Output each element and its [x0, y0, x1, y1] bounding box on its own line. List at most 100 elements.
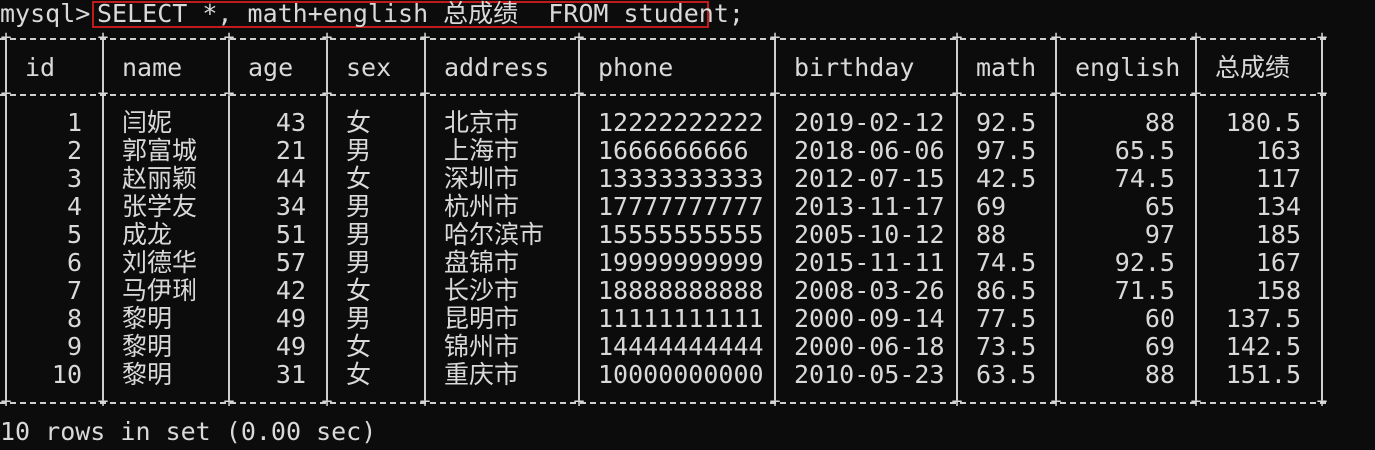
cell-english: 97	[1144, 220, 1175, 249]
cell-id: 2	[66, 136, 82, 165]
cell-id: 3	[66, 164, 82, 193]
cell-sex: 女	[346, 360, 372, 389]
cell-id: 9	[66, 332, 82, 361]
cell-phone: 10000000000	[598, 360, 764, 389]
cell-address: 北京市	[444, 108, 520, 137]
column-separator	[424, 40, 426, 92]
column-separator	[424, 96, 426, 400]
cell-total: 117	[1255, 164, 1301, 193]
cell-phone: 1666666666	[598, 136, 749, 165]
cell-math: 86.5	[976, 276, 1037, 305]
cell-total: 151.5	[1225, 360, 1301, 389]
cell-address: 哈尔滨市	[444, 220, 545, 249]
cell-english: 65.5	[1114, 136, 1175, 165]
cell-name: 黎明	[122, 360, 173, 389]
column-separator	[1055, 96, 1057, 400]
cell-address: 昆明市	[444, 304, 520, 333]
cell-id: 5	[66, 220, 82, 249]
cell-age: 57	[275, 248, 306, 277]
cell-english: 69	[1144, 332, 1175, 361]
cell-birthday: 2000-09-14	[794, 304, 945, 333]
cell-math: 63.5	[976, 360, 1037, 389]
cell-math: 88	[976, 220, 1007, 249]
cell-total: 167	[1255, 248, 1301, 277]
sql-query[interactable]: SELECT *, math+english 总成绩 FROM student;	[97, 0, 744, 28]
column-header-total: 总成绩	[1215, 53, 1291, 82]
cell-sex: 女	[346, 276, 372, 305]
cell-birthday: 2012-07-15	[794, 164, 945, 193]
cell-birthday: 2010-05-23	[794, 360, 945, 389]
cell-sex: 男	[346, 192, 372, 221]
column-separator	[956, 96, 958, 400]
cell-sex: 男	[346, 304, 372, 333]
cell-name: 赵丽颖	[122, 164, 198, 193]
cell-address: 上海市	[444, 136, 520, 165]
column-header-sex: sex	[346, 53, 392, 82]
cell-sex: 男	[346, 136, 372, 165]
cell-address: 杭州市	[444, 192, 520, 221]
cell-math: 77.5	[976, 304, 1037, 333]
cell-birthday: 2005-10-12	[794, 220, 945, 249]
cell-phone: 12222222222	[598, 108, 764, 137]
cell-math: 69	[976, 192, 1007, 221]
cell-name: 马伊琍	[122, 276, 198, 305]
cell-english: 92.5	[1114, 248, 1175, 277]
cell-age: 34	[275, 192, 306, 221]
cell-math: 42.5	[976, 164, 1037, 193]
column-header-birthday: birthday	[794, 53, 915, 82]
cell-age: 43	[275, 108, 306, 137]
cell-birthday: 2008-03-26	[794, 276, 945, 305]
cell-age: 49	[275, 332, 306, 361]
column-header-math: math	[976, 53, 1037, 82]
cell-id: 10	[51, 360, 82, 389]
cell-id: 8	[66, 304, 82, 333]
cell-english: 74.5	[1114, 164, 1175, 193]
column-header-address: address	[444, 53, 550, 82]
cell-id: 7	[66, 276, 82, 305]
column-header-english: english	[1075, 53, 1181, 82]
cell-name: 成龙	[122, 220, 173, 249]
cell-name: 闫妮	[122, 108, 173, 137]
cell-sex: 男	[346, 220, 372, 249]
column-separator	[774, 96, 776, 400]
cell-name: 黎明	[122, 332, 173, 361]
column-separator	[5, 96, 7, 400]
cell-total: 142.5	[1225, 332, 1301, 361]
table-border-line	[0, 402, 1326, 404]
cell-id: 1	[66, 108, 82, 137]
cell-id: 4	[66, 192, 82, 221]
cell-phone: 17777777777	[598, 192, 764, 221]
cell-age: 49	[275, 304, 306, 333]
column-separator	[1055, 40, 1057, 92]
column-header-age: age	[248, 53, 294, 82]
cell-name: 张学友	[122, 192, 198, 221]
cell-birthday: 2000-06-18	[794, 332, 945, 361]
cell-phone: 18888888888	[598, 276, 764, 305]
column-separator	[326, 96, 328, 400]
cell-address: 盘锦市	[444, 248, 520, 277]
column-separator	[228, 96, 230, 400]
column-separator	[578, 40, 580, 92]
column-separator	[1195, 96, 1197, 400]
cell-total: 185	[1255, 220, 1301, 249]
cell-math: 92.5	[976, 108, 1037, 137]
cell-total: 158	[1255, 276, 1301, 305]
cell-english: 71.5	[1114, 276, 1175, 305]
cell-birthday: 2019-02-12	[794, 108, 945, 137]
cell-name: 黎明	[122, 304, 173, 333]
column-separator	[1321, 40, 1323, 92]
cell-name: 刘德华	[122, 248, 198, 277]
column-separator	[1195, 40, 1197, 92]
cell-sex: 男	[346, 248, 372, 277]
cell-phone: 19999999999	[598, 248, 764, 277]
table-border-line	[0, 38, 1326, 40]
cell-age: 31	[275, 360, 306, 389]
cell-phone: 13333333333	[598, 164, 764, 193]
column-separator	[326, 40, 328, 92]
cell-birthday: 2013-11-17	[794, 192, 945, 221]
cell-address: 锦州市	[444, 332, 520, 361]
column-header-phone: phone	[598, 53, 674, 82]
column-separator	[5, 40, 7, 92]
cell-math: 74.5	[976, 248, 1037, 277]
cell-birthday: 2018-06-06	[794, 136, 945, 165]
